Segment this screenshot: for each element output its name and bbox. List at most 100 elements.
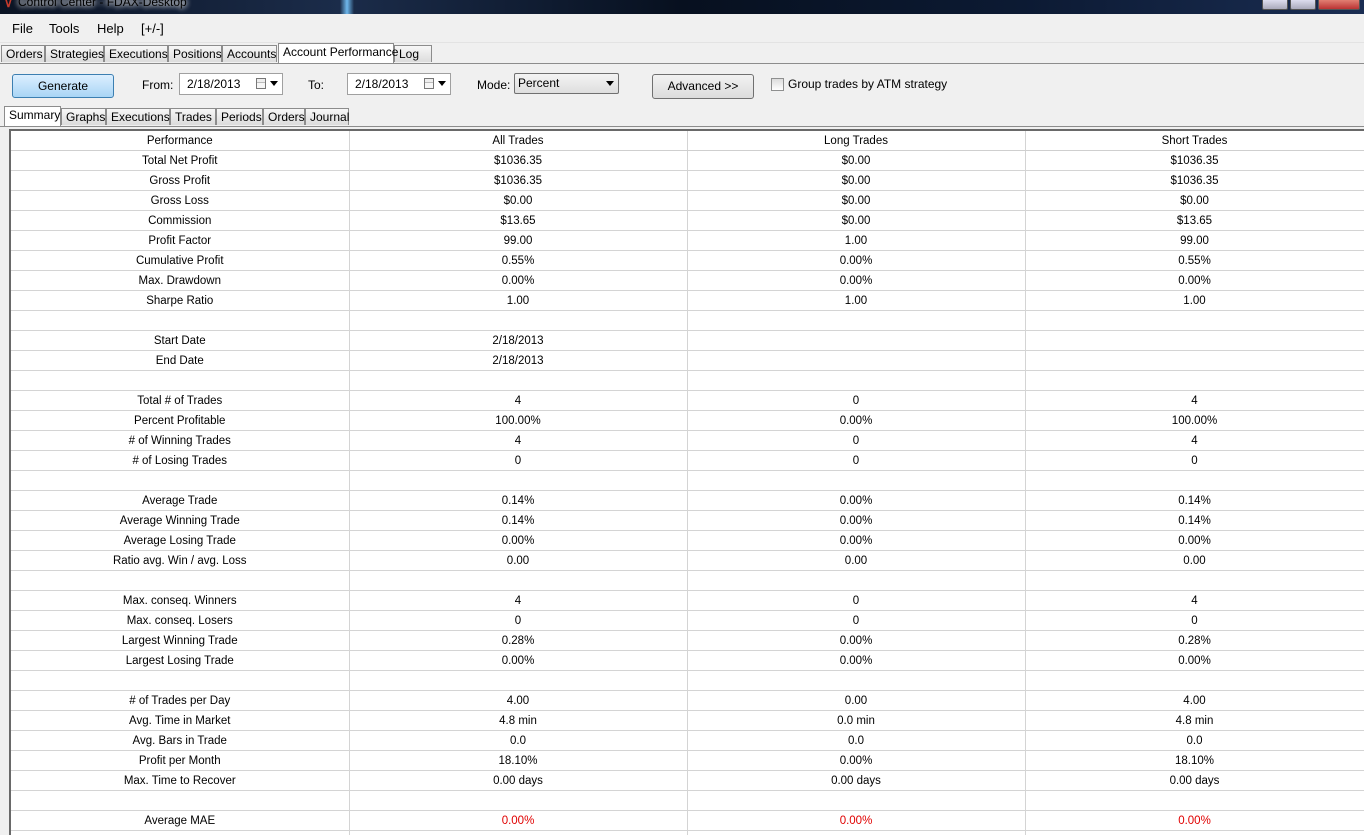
metric-value	[1025, 330, 1364, 351]
table-row[interactable]: Max. Time to Recover 0.00 days 0.00 days 0.…	[11, 770, 1364, 791]
metric-value: 0.00%	[687, 270, 1026, 291]
chevron-down-icon[interactable]	[270, 81, 278, 86]
table-row[interactable]: Gross Profit $1036.35 $0.00 $1036.35	[11, 170, 1364, 191]
subtab-graphs[interactable]: Graphs	[61, 108, 106, 125]
subtab-executions[interactable]: Executions	[106, 108, 170, 125]
advanced-button[interactable]: Advanced >>	[652, 74, 754, 99]
table-row[interactable]	[11, 370, 1364, 391]
subtab-orders[interactable]: Orders	[263, 108, 305, 125]
table-row[interactable]: Commission $13.65 $0.00 $13.65	[11, 210, 1364, 231]
table-row[interactable]: Profit per Month 18.10% 0.00% 18.10%	[11, 750, 1364, 771]
tab-account-performance[interactable]: Account Performance	[278, 43, 398, 63]
table-row[interactable]: Average MFE0.29%0.00%0.29%	[11, 830, 1364, 835]
tab-strategies[interactable]: Strategies	[45, 45, 104, 62]
from-date-picker[interactable]: 2/18/2013	[179, 73, 283, 95]
metric-value: 4	[349, 430, 688, 451]
metric-value: 0.00%	[687, 410, 1026, 431]
from-label: From:	[142, 78, 174, 92]
table-row[interactable]: Max. conseq. Losers 0 0 0	[11, 610, 1364, 631]
menu-tools[interactable]: Tools	[49, 21, 79, 36]
table-row[interactable]: Max. conseq. Winners 4 0 4	[11, 590, 1364, 611]
group-trades-checkbox[interactable]	[771, 78, 784, 91]
to-date-picker[interactable]: 2/18/2013	[347, 73, 451, 95]
metric-value: 0.00 days	[349, 770, 688, 791]
column-header[interactable]: Performance	[11, 131, 350, 151]
table-row[interactable]: Avg. Time in Market 4.8 min 0.0 min 4.8 min	[11, 710, 1364, 731]
metric-value: 0.00%	[1025, 650, 1364, 671]
subtab-journal[interactable]: Journal	[305, 108, 349, 125]
table-row[interactable]: Percent Profitable 100.00% 0.00% 100.00%	[11, 410, 1364, 431]
table-row[interactable]: End Date 2/18/2013	[11, 350, 1364, 371]
table-row[interactable]: Start Date 2/18/2013	[11, 330, 1364, 351]
table-row[interactable]: Gross Loss $0.00 $0.00 $0.00	[11, 190, 1364, 211]
table-row[interactable]: Average Winning Trade 0.14% 0.00% 0.14%	[11, 510, 1364, 531]
subtab-periods[interactable]: Periods	[216, 108, 263, 125]
metric-label: Start Date	[11, 330, 350, 351]
mode-select[interactable]: Percent	[514, 73, 619, 94]
table-row[interactable]: Cumulative Profit 0.55% 0.00% 0.55%	[11, 250, 1364, 271]
column-header[interactable]: Long Trades	[687, 131, 1026, 151]
metric-value	[687, 370, 1026, 391]
generate-button[interactable]: Generate	[12, 74, 114, 98]
table-row[interactable]: Average MAE 0.00% 0.00% 0.00%	[11, 810, 1364, 831]
table-row[interactable]: Avg. Bars in Trade 0.0 0.0 0.0	[11, 730, 1364, 751]
menu-toggle[interactable]: [+/-]	[141, 21, 164, 36]
table-row[interactable]: Sharpe Ratio 1.00 1.00 1.00	[11, 290, 1364, 311]
table-row[interactable]: Largest Winning Trade 0.28% 0.00% 0.28%	[11, 630, 1364, 651]
table-row[interactable]: Average Losing Trade 0.00% 0.00% 0.00%	[11, 530, 1364, 551]
maximize-icon[interactable]	[1290, 0, 1316, 10]
table-row[interactable]	[11, 310, 1364, 331]
tab-log[interactable]: Log	[394, 45, 432, 62]
metric-value: $1036.35	[349, 170, 688, 191]
menu-help[interactable]: Help	[97, 21, 124, 36]
table-row[interactable]: Average Trade 0.14% 0.00% 0.14%	[11, 490, 1364, 511]
metric-value	[1025, 790, 1364, 811]
metric-value: 1.00	[687, 290, 1026, 311]
table-row[interactable]: Largest Losing Trade 0.00% 0.00% 0.00%	[11, 650, 1364, 671]
metric-value: 99.00	[349, 230, 688, 251]
metric-value: 0	[687, 430, 1026, 451]
metric-value	[687, 310, 1026, 331]
table-row[interactable]: Profit Factor 99.00 1.00 99.00	[11, 230, 1364, 251]
metric-value: 1.00	[1025, 290, 1364, 311]
minimize-icon[interactable]	[1262, 0, 1288, 10]
table-row[interactable]	[11, 790, 1364, 811]
tab-accounts[interactable]: Accounts	[222, 45, 277, 62]
table-row[interactable]: Total # of Trades 4 0 4	[11, 390, 1364, 411]
chevron-down-icon[interactable]	[438, 81, 446, 86]
calendar-icon[interactable]	[256, 78, 266, 89]
metric-value: 0	[349, 450, 688, 471]
metric-label: Largest Winning Trade	[11, 630, 350, 651]
table-row[interactable]	[11, 570, 1364, 591]
close-icon[interactable]	[1318, 0, 1360, 10]
tab-positions[interactable]: Positions	[168, 45, 222, 62]
table-row[interactable]	[11, 670, 1364, 691]
tab-orders[interactable]: Orders	[1, 45, 45, 62]
table-row[interactable]: Total Net Profit $1036.35 $0.00 $1036.35	[11, 150, 1364, 171]
mode-value: Percent	[518, 76, 560, 90]
table-body: Total Net Profit $1036.35 $0.00 $1036.35 Gro…	[11, 150, 1364, 835]
calendar-icon[interactable]	[424, 78, 434, 89]
chevron-down-icon[interactable]	[606, 81, 614, 86]
tab-executions[interactable]: Executions	[104, 45, 168, 62]
table-header-row: Performance All Trades Long Trades Short…	[11, 131, 1364, 151]
table-row[interactable]: Max. Drawdown 0.00% 0.00% 0.00%	[11, 270, 1364, 291]
column-header[interactable]: Short Trades	[1025, 131, 1364, 151]
table-row[interactable]: # of Trades per Day 4.00 0.00 4.00	[11, 690, 1364, 711]
menu-file[interactable]: File	[12, 21, 33, 36]
metric-value	[687, 790, 1026, 811]
metric-label: Max. Drawdown	[11, 270, 350, 291]
table-row[interactable]: Ratio avg. Win / avg. Loss 0.00 0.00 0.00	[11, 550, 1364, 571]
subtab-summary[interactable]: Summary	[4, 106, 61, 126]
table-row[interactable]: # of Losing Trades 0 0 0	[11, 450, 1364, 471]
metric-value	[687, 350, 1026, 371]
metric-value: 4.8 min	[349, 710, 688, 731]
from-date-value: 2/18/2013	[187, 77, 241, 91]
column-header[interactable]: All Trades	[349, 131, 688, 151]
subtab-trades[interactable]: Trades	[170, 108, 216, 125]
metric-value: 0.14%	[1025, 490, 1364, 511]
table-row[interactable]	[11, 470, 1364, 491]
metric-value: 0	[349, 610, 688, 631]
table-row[interactable]: # of Winning Trades 4 0 4	[11, 430, 1364, 451]
metric-value: 0.14%	[349, 490, 688, 511]
